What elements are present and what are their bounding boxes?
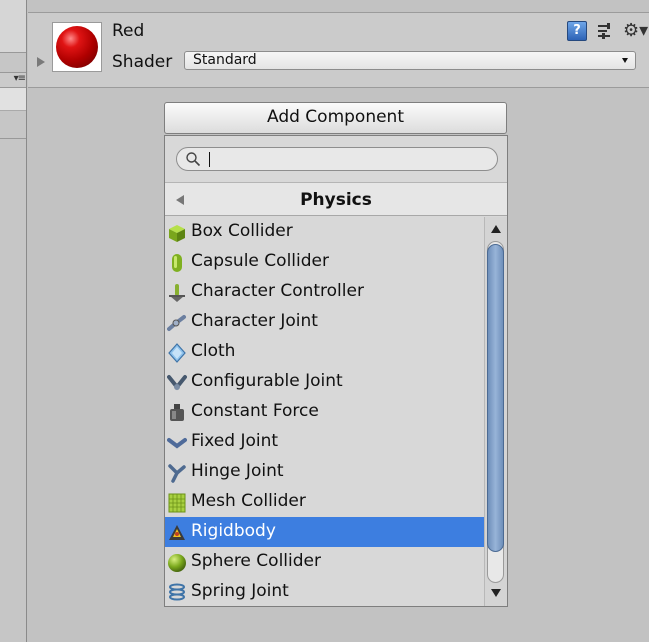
divider — [0, 138, 26, 139]
add-component-button[interactable]: Add Component — [164, 102, 507, 134]
gear-icon[interactable]: ⚙▾ — [623, 21, 649, 41]
hinge-joint-icon — [168, 464, 186, 483]
search-icon — [186, 152, 201, 167]
list-item-label: Spring Joint — [191, 581, 289, 601]
list-item-fixed-joint[interactable]: Fixed Joint — [165, 427, 484, 457]
box-collider-icon — [169, 225, 185, 242]
list-item-label: Box Collider — [191, 221, 293, 241]
left-panel-menu[interactable]: ▾≡ — [0, 72, 26, 88]
sphere-preview-icon — [56, 26, 98, 68]
preset-icon[interactable] — [595, 21, 615, 41]
scroll-down-arrow-icon[interactable] — [491, 589, 501, 597]
shader-dropdown[interactable]: Standard — [184, 51, 636, 70]
add-component-popup: Physics Box Collider Capsule Collider Ch… — [164, 135, 508, 607]
text-cursor — [209, 152, 210, 167]
list-item-cloth[interactable]: Cloth — [165, 337, 484, 367]
chevron-down-icon — [622, 58, 628, 63]
list-item-spring-joint[interactable]: Spring Joint — [165, 577, 484, 607]
list-item-label: Character Joint — [191, 311, 318, 331]
list-item-label: Fixed Joint — [191, 431, 279, 451]
scroll-up-arrow-icon[interactable] — [491, 225, 501, 233]
list-item-label: Capsule Collider — [191, 251, 329, 271]
list-item-hinge-joint[interactable]: Hinge Joint — [165, 457, 484, 487]
character-joint-icon — [167, 315, 186, 331]
list-item-label: Hinge Joint — [191, 461, 284, 481]
character-controller-icon — [169, 284, 185, 302]
list-item-mesh-collider[interactable]: Mesh Collider — [165, 487, 484, 517]
shader-value: Standard — [193, 52, 257, 68]
search-input[interactable] — [213, 150, 483, 168]
list-item-constant-force[interactable]: Constant Force — [165, 397, 484, 427]
list-item-label: Mesh Collider — [191, 491, 306, 511]
component-list: Box Collider Capsule Collider Character … — [165, 217, 484, 606]
configurable-joint-icon — [167, 375, 187, 391]
fixed-joint-icon — [167, 438, 187, 449]
list-item-character-joint[interactable]: Character Joint — [165, 307, 484, 337]
list-item-label: Configurable Joint — [191, 371, 343, 391]
category-header: Physics — [165, 182, 507, 216]
help-icon[interactable]: ? — [567, 21, 587, 41]
list-item-label: Rigidbody — [191, 521, 276, 541]
cloth-icon — [168, 343, 186, 363]
left-panel-field[interactable] — [0, 88, 26, 111]
rigidbody-icon — [169, 525, 185, 540]
list-item-label: Cloth — [191, 341, 236, 361]
list-item-label: Character Controller — [191, 281, 364, 301]
foldout-arrow-icon[interactable] — [37, 57, 45, 67]
list-item-capsule-collider[interactable]: Capsule Collider — [165, 247, 484, 277]
constant-force-icon — [170, 404, 184, 421]
sphere-collider-icon — [168, 554, 186, 572]
material-header: Red Shader Standard ? ⚙▾ — [28, 12, 649, 88]
material-name: Red — [112, 21, 145, 41]
list-item-configurable-joint[interactable]: Configurable Joint — [165, 367, 484, 397]
spring-joint-icon — [169, 583, 185, 601]
search-field[interactable] — [176, 147, 498, 171]
left-panel-edge: ▾≡ — [0, 0, 27, 642]
list-item-sphere-collider[interactable]: Sphere Collider — [165, 547, 484, 577]
list-item-rigidbody[interactable]: Rigidbody — [165, 517, 484, 547]
capsule-collider-icon — [172, 254, 182, 272]
list-item-label: Sphere Collider — [191, 551, 321, 571]
inspector-top-bar — [28, 0, 649, 12]
scroll-thumb[interactable] — [487, 244, 504, 552]
list-item-label: Constant Force — [191, 401, 319, 421]
list-item-character-controller[interactable]: Character Controller — [165, 277, 484, 307]
material-preview — [52, 22, 102, 72]
left-panel-toolbar — [0, 0, 26, 53]
category-title: Physics — [300, 190, 372, 210]
mesh-collider-icon — [168, 493, 186, 513]
shader-label: Shader — [112, 52, 173, 72]
menu-icon[interactable]: ▾≡ — [14, 73, 26, 84]
list-scrollbar[interactable] — [484, 217, 507, 606]
list-item-box-collider[interactable]: Box Collider — [165, 217, 484, 247]
